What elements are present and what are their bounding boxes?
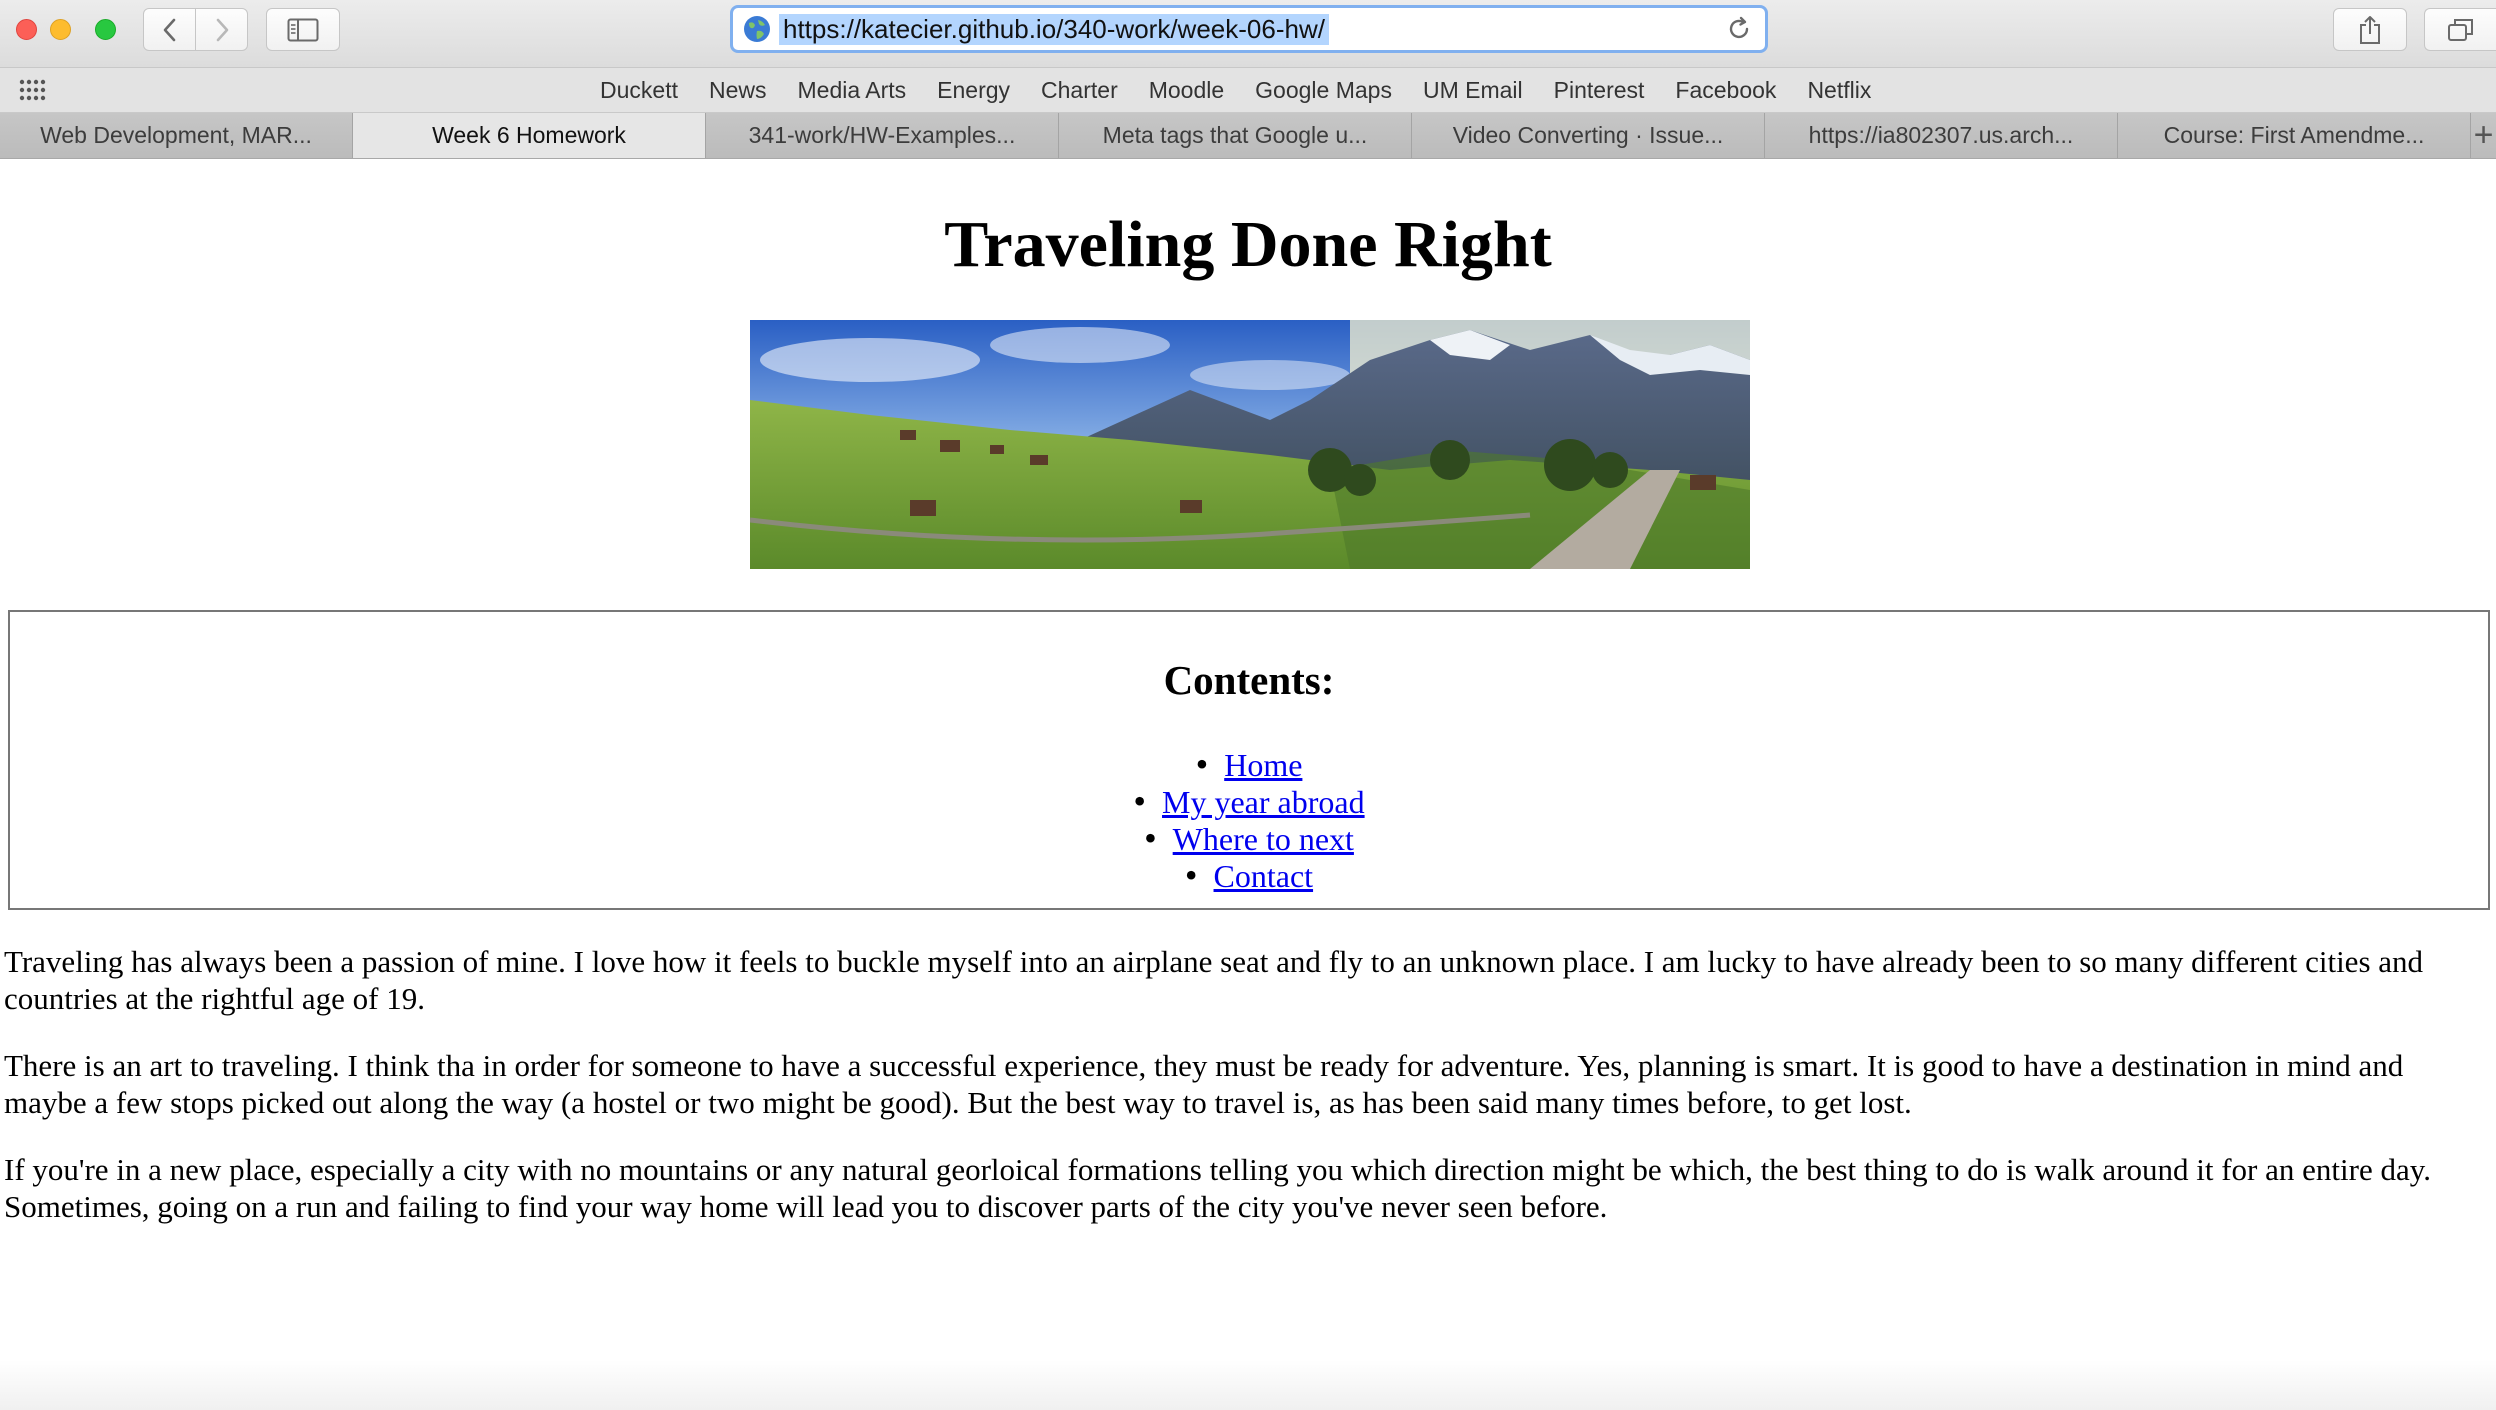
toc-item-my-year-abroad: My year abroad <box>10 783 2488 820</box>
tab-web-development[interactable]: Web Development, MAR... <box>0 113 353 158</box>
favorite-pinterest[interactable]: Pinterest <box>1554 77 1645 104</box>
globe-icon <box>744 16 770 42</box>
share-icon <box>2360 15 2380 44</box>
tab-video-converting[interactable]: Video Converting · Issue... <box>1412 113 1765 158</box>
paragraph-intro: Traveling has always been a passion of m… <box>4 944 2424 1016</box>
window-minimize-button[interactable] <box>50 19 71 40</box>
navigation-buttons <box>143 8 248 51</box>
favorite-energy[interactable]: Energy <box>937 77 1010 104</box>
new-tab-button[interactable]: + <box>2471 113 2496 158</box>
hero-image <box>750 320 1750 569</box>
favorites-bar: Duckett News Media Arts Energy Charter M… <box>0 68 2496 113</box>
sidebar-icon <box>287 18 319 41</box>
toc-link-home[interactable]: Home <box>1224 747 1302 783</box>
back-button[interactable] <box>144 9 195 50</box>
tab-archive[interactable]: https://ia802307.us.arch... <box>1765 113 2118 158</box>
favorite-facebook[interactable]: Facebook <box>1675 77 1776 104</box>
tab-week-6-homework[interactable]: Week 6 Homework <box>353 113 706 158</box>
bottom-shadow <box>0 1360 2496 1410</box>
page-title: Traveling Done Right <box>944 208 1552 281</box>
tab-first-amendment[interactable]: Course: First Amendme... <box>2118 113 2471 158</box>
tab-hw-examples[interactable]: 341-work/HW-Examples... <box>706 113 1059 158</box>
reload-icon[interactable] <box>1725 15 1753 43</box>
share-button[interactable] <box>2333 8 2407 51</box>
favorite-um-email[interactable]: UM Email <box>1423 77 1523 104</box>
favorite-google-maps[interactable]: Google Maps <box>1255 77 1392 104</box>
table-of-contents: Home My year abroad Where to next Contac… <box>10 746 2488 894</box>
url-text[interactable]: https://katecier.github.io/340-work/week… <box>779 13 1329 45</box>
favorites-list: Duckett News Media Arts Energy Charter M… <box>600 68 1902 113</box>
favorite-duckett[interactable]: Duckett <box>600 77 678 104</box>
contents-box: Contents: Home My year abroad Where to n… <box>8 610 2490 910</box>
paragraph-art-of-traveling: There is an art to traveling. I think th… <box>4 1048 2404 1120</box>
paragraph-getting-lost: If you're in a new place, especially a c… <box>4 1152 2431 1224</box>
grid-icon[interactable] <box>18 79 48 101</box>
toc-item-contact: Contact <box>10 857 2488 894</box>
tab-bar: Web Development, MAR... Week 6 Homework … <box>0 113 2496 159</box>
toc-item-where-to-next: Where to next <box>10 820 2488 857</box>
favorite-media-arts[interactable]: Media Arts <box>798 77 907 104</box>
toc-link-contact[interactable]: Contact <box>1214 858 1314 894</box>
address-bar[interactable]: https://katecier.github.io/340-work/week… <box>730 5 1768 53</box>
favorite-moodle[interactable]: Moodle <box>1149 77 1224 104</box>
chevron-left-icon <box>163 18 175 41</box>
favorite-netflix[interactable]: Netflix <box>1807 77 1871 104</box>
forward-button[interactable] <box>195 9 247 50</box>
toc-link-my-year-abroad[interactable]: My year abroad <box>1162 784 1365 820</box>
toc-link-where-to-next[interactable]: Where to next <box>1173 821 1354 857</box>
window-close-button[interactable] <box>16 19 37 40</box>
chevron-right-icon <box>216 18 228 41</box>
tabs-overview-button[interactable] <box>2424 8 2496 51</box>
favorite-news[interactable]: News <box>709 77 767 104</box>
contents-heading: Contents: <box>1163 657 1335 703</box>
window-zoom-button[interactable] <box>95 19 116 40</box>
toc-item-home: Home <box>10 746 2488 783</box>
web-page: Traveling Done Right Contents: • Home • … <box>0 159 2496 1410</box>
favorite-charter[interactable]: Charter <box>1041 77 1118 104</box>
sidebar-button[interactable] <box>266 8 340 51</box>
tabs-overview-icon <box>2447 18 2473 41</box>
browser-toolbar: https://katecier.github.io/340-work/week… <box>0 0 2496 68</box>
tab-meta-tags[interactable]: Meta tags that Google u... <box>1059 113 1412 158</box>
